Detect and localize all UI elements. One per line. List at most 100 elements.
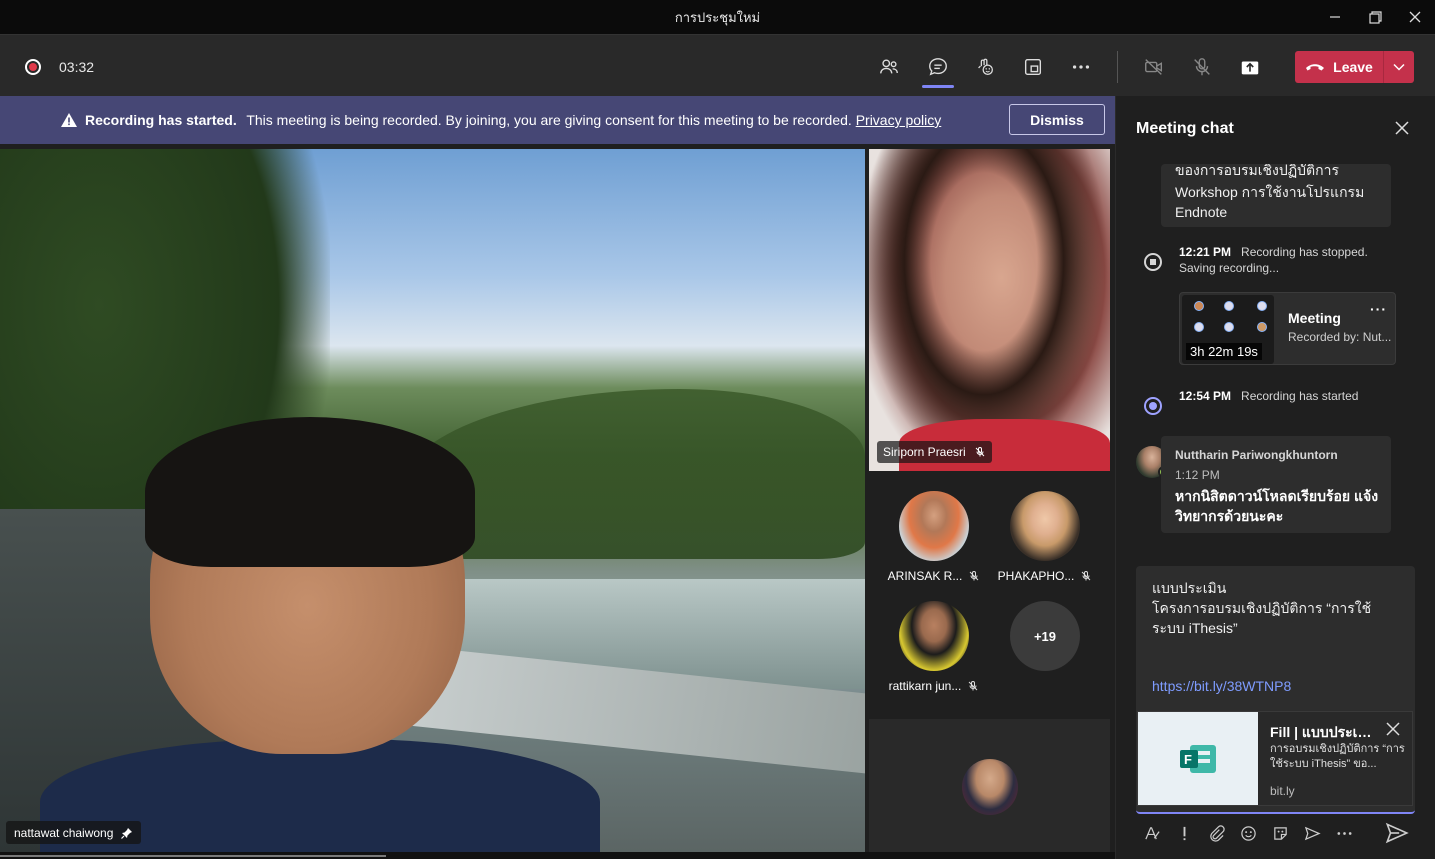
- compose-box[interactable]: แบบประเมิน โครงการอบรมเชิงปฏิบัติการ “กา…: [1136, 566, 1415, 814]
- more-participants-button[interactable]: +19: [1010, 601, 1080, 671]
- sticker-button[interactable]: [1264, 818, 1296, 848]
- chat-message: Nuttharin Pariwongkhuntorn 1:12 PM หากนิ…: [1161, 436, 1391, 533]
- compose-link[interactable]: https://bit.ly/38WTNP8: [1152, 678, 1291, 694]
- share-button[interactable]: [1234, 52, 1266, 82]
- recording-stopped-icon: [1144, 253, 1162, 271]
- format-button[interactable]: [1136, 818, 1168, 848]
- people-icon: [880, 59, 898, 74]
- send-icon[interactable]: [1384, 820, 1410, 846]
- svg-text:F: F: [1184, 752, 1192, 767]
- mic-off-icon: [969, 571, 979, 581]
- message-time: 1:12 PM: [1175, 468, 1220, 482]
- toolbar-divider: [1117, 51, 1118, 83]
- compose-line: โครงการอบรมเชิงปฏิบัติการ “การใช้ระบบ iT…: [1152, 600, 1372, 636]
- message-author: Nuttharin Pariwongkhuntorn: [1175, 448, 1338, 462]
- emoji-icon: [1240, 825, 1256, 841]
- meeting-timer: 03:32: [59, 59, 95, 75]
- chat-title: Meeting chat: [1136, 120, 1234, 137]
- banner-title: Recording has started.: [85, 112, 237, 128]
- recording-duration: 3h 22m 19s: [1186, 343, 1262, 360]
- self-video-tile[interactable]: [869, 719, 1110, 852]
- event-time: 12:21 PM: [1179, 245, 1232, 259]
- recording-title: Meeting: [1288, 310, 1341, 326]
- attach-icon: [1209, 824, 1225, 842]
- privacy-policy-link[interactable]: Privacy policy: [856, 112, 942, 128]
- leave-button[interactable]: Leave: [1295, 51, 1414, 83]
- reactions-button[interactable]: [969, 52, 1001, 82]
- close-icon[interactable]: [1395, 0, 1435, 34]
- important-button[interactable]: [1168, 818, 1200, 848]
- scroll-indicator: [0, 855, 386, 857]
- preview-title: Fill | แบบประเมิน...: [1270, 724, 1380, 740]
- more-actions-button[interactable]: [1065, 52, 1097, 82]
- people-button[interactable]: [873, 52, 905, 82]
- link-preview-card[interactable]: F Fill | แบบประเมิน... การอบรมเชิงปฏิบัต…: [1137, 711, 1413, 806]
- message-clipped-line: ของการอบรมเชิงปฏิบัติการ: [1175, 164, 1339, 178]
- system-event: 12:54 PM Recording has started: [1179, 388, 1399, 404]
- window-title: การประชุมใหม่: [674, 9, 761, 25]
- recording-started-icon: [1144, 397, 1162, 415]
- meeting-chat-panel: Meeting chat ของการอบรมเชิงปฏิบัติการ Wo…: [1115, 96, 1435, 859]
- message-line: Endnote: [1175, 204, 1228, 220]
- minimize-icon[interactable]: [1315, 0, 1355, 34]
- participant-grid: ARINSAK R... PHAKAPHO... rattikarn jun..…: [869, 476, 1110, 714]
- restore-icon[interactable]: [1355, 0, 1395, 34]
- camera-button[interactable]: [1138, 52, 1170, 82]
- leave-main[interactable]: Leave: [1295, 59, 1383, 75]
- chat-button[interactable]: [922, 52, 954, 82]
- event-time: 12:54 PM: [1179, 389, 1232, 403]
- leave-options-button[interactable]: [1384, 63, 1414, 71]
- dismiss-button[interactable]: Dismiss: [1009, 104, 1105, 135]
- schedule-send-button[interactable]: [1296, 818, 1328, 848]
- avatar: [962, 759, 1018, 815]
- more-options-icon: [1337, 831, 1351, 835]
- mic-off-icon: [975, 447, 985, 457]
- main-participant-name: nattawat chaiwong: [14, 825, 114, 840]
- rooms-button[interactable]: [1017, 52, 1049, 82]
- leave-label: Leave: [1333, 59, 1373, 75]
- compose-line: แบบประเมิน: [1152, 580, 1227, 596]
- recording-indicator-icon: [25, 59, 41, 75]
- avatar: [1010, 491, 1080, 561]
- avatar: [899, 601, 969, 671]
- mic-off-icon: [1194, 58, 1210, 76]
- chat-message: ของการอบรมเชิงปฏิบัติการ Workshop การใช้…: [1161, 164, 1391, 227]
- compose-text[interactable]: แบบประเมิน โครงการอบรมเชิงปฏิบัติการ “กา…: [1152, 578, 1402, 638]
- important-icon: [1183, 826, 1185, 840]
- recording-thumbnail[interactable]: 3h 22m 19s: [1182, 295, 1274, 364]
- participant-tile[interactable]: rattikarn jun...: [879, 601, 989, 693]
- system-event: 12:21 PM Recording has stopped. Saving re…: [1179, 244, 1399, 276]
- schedule-icon: [1304, 826, 1321, 840]
- event-text: Recording has started: [1241, 389, 1359, 403]
- title-bar: การประชุมใหม่: [0, 0, 1435, 34]
- recording-banner: Recording has started. This meeting is b…: [0, 96, 1115, 144]
- participant-hair: [145, 417, 475, 567]
- chat-icon: [929, 58, 947, 76]
- banner-message: Recording has started. This meeting is b…: [85, 112, 941, 128]
- more-icon: [1072, 65, 1090, 69]
- participant-name: rattikarn jun...: [888, 679, 962, 693]
- forms-logo-icon: F: [1138, 712, 1258, 805]
- close-icon[interactable]: [1384, 720, 1402, 738]
- participant-tile[interactable]: PHAKAPHO...: [990, 491, 1100, 583]
- more-icon[interactable]: ···: [1370, 301, 1387, 317]
- mic-button[interactable]: [1186, 52, 1218, 82]
- window-controls: [1315, 0, 1435, 34]
- main-participant-tag: nattawat chaiwong: [6, 821, 142, 844]
- attach-button[interactable]: [1200, 818, 1232, 848]
- compose-toolbar: [1136, 818, 1426, 848]
- more-options-button[interactable]: [1328, 818, 1360, 848]
- mic-off-icon: [968, 681, 978, 691]
- main-video-tile[interactable]: [0, 149, 865, 852]
- pin-icon[interactable]: [121, 827, 133, 839]
- message-text: หากนิสิตดาวน์โหลดเรียบร้อย แจ้งวิทยากรด้…: [1175, 488, 1379, 524]
- participant-name: ARINSAK R...: [887, 569, 963, 583]
- side-participant-tag: Siriporn Praesri: [877, 441, 992, 463]
- participant-tile[interactable]: ARINSAK R...: [879, 491, 989, 583]
- close-icon[interactable]: [1392, 118, 1412, 138]
- emoji-button[interactable]: [1232, 818, 1264, 848]
- side-video-tile[interactable]: [869, 149, 1110, 471]
- recording-card[interactable]: 3h 22m 19s Meeting Recorded by: Nut... ·…: [1179, 292, 1396, 365]
- side-participant-name: Siriporn Praesri: [883, 445, 966, 459]
- mic-off-icon: [1081, 571, 1091, 581]
